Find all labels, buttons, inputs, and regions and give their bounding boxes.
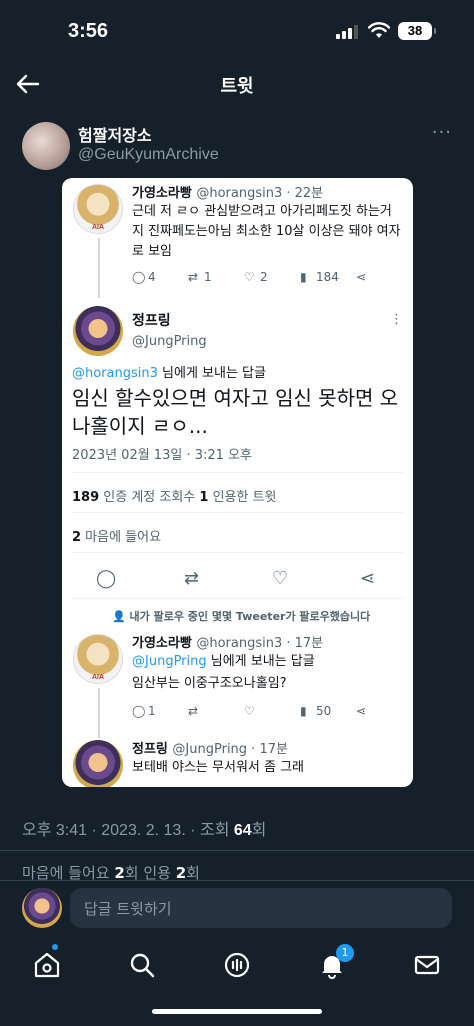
divider (72, 472, 403, 473)
share-icon: ⋖ (356, 270, 367, 284)
user-handle: @JungPring (132, 334, 207, 349)
views-count: 50 (316, 704, 332, 718)
retweet-icon: ⇄ (188, 704, 199, 718)
post-views-count: 64 (233, 822, 252, 839)
like-icon: ♡ (244, 704, 255, 718)
reply-context-text: 님에게 보내는 답글 (157, 366, 266, 381)
views-icon: ▮ (300, 270, 307, 284)
main-tweet-text: 임신 할수있으면 여자고 임신 못하면 오나홀이지 ㄹㅇ... (72, 386, 399, 438)
reply-count: 4 (148, 270, 156, 284)
display-name: 가영소라빵 (132, 186, 192, 201)
social-context-text: 내가 팔로우 중인 몇몇 Tweeter가 팔로우했습니다 (129, 610, 371, 623)
divider (0, 850, 474, 851)
like-count: 2 (260, 270, 268, 284)
my-avatar[interactable] (22, 888, 62, 928)
like-icon: ♡ (244, 270, 255, 284)
avatar-logo-text: AIA (91, 674, 105, 681)
person-icon: 👤 (112, 610, 130, 623)
post-timestamp-views: 오후 3:41 · 2023. 2. 13. · 조회 64회 (22, 816, 266, 840)
tweet-author: 험짤저장소 @GeuKyumArchive ··· (22, 118, 452, 174)
reply-count: 1 (148, 704, 156, 718)
home-new-dot (52, 944, 58, 950)
search-icon[interactable] (127, 950, 157, 980)
display-name: 정프링 (132, 313, 171, 329)
social-context: 👤 내가 팔로우 중인 몇몇 Tweeter가 팔로우했습니다 (112, 608, 370, 624)
attached-screenshot-image[interactable]: AIA 가영소라빵 @horangsin3 · 22분 근데 저 ㄹㅇ 관심받으… (62, 178, 413, 787)
top-nav: 트윗 (0, 62, 474, 106)
likes-label: 마음에 들어요 (81, 530, 162, 545)
avatar (73, 306, 123, 356)
thread-line (98, 238, 100, 298)
divider (0, 880, 474, 881)
quotes-label: 인용한 트윗 (208, 490, 277, 505)
post-timestamp: 오후 3:41 · 2023. 2. 13. · 조회 (22, 822, 234, 839)
view-quote-stats: 189 인증 계정 조회수 1 인용한 트윗 (72, 486, 277, 505)
tweet-timestamp: 2023년 02월 13일 · 3:21 오후 (72, 448, 252, 463)
reply-icon: ◯ (132, 704, 146, 718)
tweet-text: 보테배 야스는 무서워서 좀 그래 (132, 760, 305, 775)
status-time: 3:56 (68, 20, 109, 42)
spaces-icon[interactable] (222, 950, 252, 980)
author-name[interactable]: 험짤저장소 (78, 122, 152, 146)
mention-link: @horangsin3 (72, 366, 158, 381)
main-tweet-actions: ◯ ⇄ ♡ ⋖ (62, 568, 413, 592)
divider (72, 552, 403, 553)
retweet-icon: ⇄ (188, 270, 199, 284)
reply-icon: ◯ (132, 270, 146, 284)
views-count: 184 (316, 270, 339, 284)
retweet-count: 1 (204, 270, 212, 284)
divider (72, 512, 403, 513)
retweet-icon: ⇄ (184, 568, 200, 589)
reply-icon: ◯ (96, 568, 117, 589)
author-handle[interactable]: @GeuKyumArchive (78, 146, 219, 164)
tweet-text: 근데 저 ㄹㅇ 관심받으려고 아가리페도짓 하는거지 진짜페도는아님 최소한 1… (132, 204, 401, 259)
wifi-icon (368, 22, 390, 38)
battery-indicator: 38 (398, 22, 436, 40)
views-label: 인증 계정 조회수 (99, 490, 200, 505)
likes-stats: 2 마음에 들어요 (72, 526, 161, 545)
tweet-header: 가영소라빵 @horangsin3 · 17분 (132, 632, 323, 651)
tweet-actions: ◯ 1 ⇄ ♡ ▮ 50 ⋖ (132, 704, 402, 720)
tweet-meta: @horangsin3 · 17분 (196, 636, 324, 651)
likes-count: 2 (72, 530, 82, 545)
more-options-icon[interactable]: ··· (432, 122, 452, 143)
reply-input[interactable]: 답글 트윗하기 (70, 888, 452, 928)
notifications-badge: 1 (336, 944, 354, 962)
more-options-icon: ⋮ (390, 312, 403, 327)
avatar: AIA (73, 634, 123, 684)
tweet-actions: ◯ 4 ⇄ 1 ♡ 2 ▮ 184 ⋖ (132, 270, 402, 286)
tweet-meta: @JungPring · 17분 (172, 742, 288, 757)
cellular-signal-icon (336, 25, 358, 39)
thread-line (98, 688, 100, 738)
reply-context: @horangsin3 님에게 보내는 답글 (72, 364, 407, 384)
like-icon: ♡ (272, 568, 289, 589)
share-icon: ⋖ (360, 568, 376, 589)
reply-context-text: 님에게 보내는 답글 (206, 654, 315, 669)
page-title: 트윗 (220, 76, 254, 97)
home-icon[interactable] (32, 950, 62, 980)
avatar-logo-text: AIA (91, 224, 105, 231)
tweet-header: 가영소라빵 @horangsin3 · 22분 (132, 182, 323, 201)
tweet-meta: @horangsin3 · 22분 (196, 186, 324, 201)
home-indicator (152, 1009, 322, 1014)
messages-envelope-icon[interactable] (412, 950, 442, 980)
tweet-header: 정프링 @JungPring · 17분 (132, 738, 288, 757)
display-name: 가영소라빵 (132, 636, 192, 651)
views-icon: ▮ (300, 704, 307, 718)
reply-bar: 답글 트윗하기 (0, 880, 474, 936)
author-avatar[interactable] (22, 122, 70, 170)
post-views-suffix: 회 (251, 822, 267, 839)
share-icon: ⋖ (356, 704, 367, 718)
mention-link: @JungPring (132, 654, 207, 669)
tweet-text: 임산부는 이중구조오나홀임? (132, 676, 287, 691)
avatar: AIA (73, 184, 123, 234)
avatar (73, 740, 123, 787)
divider (72, 598, 403, 599)
status-bar: 3:56 38 (0, 0, 474, 62)
display-name: 정프링 (132, 742, 168, 757)
views-count: 189 (72, 490, 100, 505)
reply-context: @JungPring 님에게 보내는 답글 (132, 652, 402, 672)
